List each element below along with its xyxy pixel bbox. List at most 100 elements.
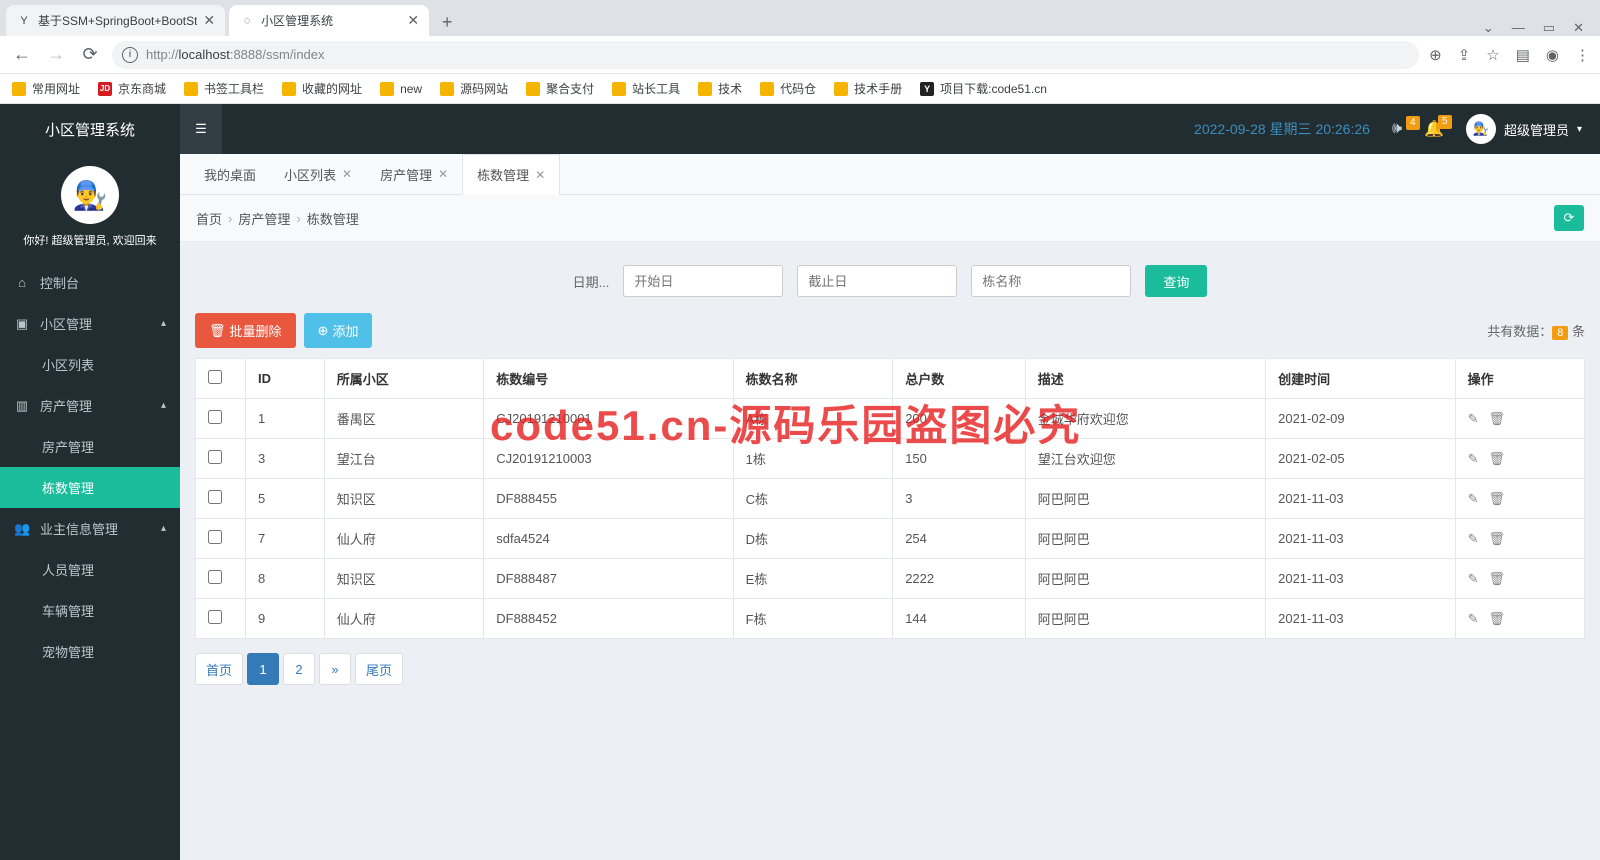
forward-icon[interactable]: →	[44, 44, 68, 65]
bookmark-item[interactable]: 站长工具	[612, 80, 680, 97]
page-first[interactable]: 首页	[195, 653, 243, 685]
col-id: ID	[246, 359, 325, 399]
page-tab[interactable]: 房产管理✕	[366, 154, 462, 194]
bookmark-item[interactable]: Y项目下载:code51.cn	[920, 80, 1047, 97]
reading-list-icon[interactable]: ▤	[1516, 46, 1530, 64]
search-icon[interactable]: ⊕	[1429, 46, 1442, 64]
cell-code: CJ20191210001	[484, 399, 733, 439]
window-dropdown-icon[interactable]: ⌄	[1483, 20, 1494, 36]
edit-icon[interactable]: ✎	[1468, 411, 1479, 427]
more-icon[interactable]: ⋮	[1575, 46, 1590, 64]
menu-property[interactable]: ▥房产管理▴	[0, 385, 180, 426]
cell-id: 1	[246, 399, 325, 439]
submenu-community-list[interactable]: 小区列表	[0, 344, 180, 385]
page-last[interactable]: 尾页	[355, 653, 403, 685]
submenu-vehicle[interactable]: 车辆管理	[0, 590, 180, 631]
close-tab-icon[interactable]: ✕	[535, 168, 545, 182]
tab-title: 小区管理系统	[261, 12, 401, 29]
refresh-button[interactable]: ⟳	[1554, 205, 1584, 231]
page-next[interactable]: »	[319, 653, 351, 685]
close-tab-icon[interactable]: ✕	[407, 12, 419, 29]
close-tab-icon[interactable]: ✕	[438, 167, 448, 181]
submenu-property-mgmt[interactable]: 房产管理	[0, 426, 180, 467]
bookmark-item[interactable]: 书签工具栏	[184, 80, 264, 97]
plus-icon: ⊕	[318, 323, 329, 339]
cell-name: C栋	[733, 479, 893, 519]
minimize-icon[interactable]: —	[1512, 20, 1525, 36]
crumb-property[interactable]: 房产管理	[238, 209, 290, 228]
cell-households: 150	[893, 439, 1026, 479]
browser-tab[interactable]: ◌小区管理系统✕	[229, 5, 429, 36]
bookmark-icon	[380, 82, 394, 96]
window-controls: ⌄ — ▭ ✕	[1483, 20, 1594, 36]
site-info-icon[interactable]: i	[122, 47, 138, 63]
back-icon[interactable]: ←	[10, 44, 34, 65]
cell-name: A栋	[733, 399, 893, 439]
close-tab-icon[interactable]: ✕	[342, 167, 352, 181]
end-date-input[interactable]	[797, 265, 957, 297]
crumb-home[interactable]: 首页	[196, 209, 222, 228]
menu-owner[interactable]: 👥业主信息管理▴	[0, 508, 180, 549]
bookmark-label: 站长工具	[632, 80, 680, 97]
bookmark-item[interactable]: 技术手册	[834, 80, 902, 97]
edit-icon[interactable]: ✎	[1468, 611, 1479, 627]
row-checkbox[interactable]	[208, 530, 222, 544]
page-1[interactable]: 1	[247, 653, 279, 685]
page-tab[interactable]: 小区列表✕	[270, 154, 366, 194]
bookmark-item[interactable]: 聚合支付	[526, 80, 594, 97]
add-button[interactable]: ⊕添加	[304, 313, 373, 348]
edit-icon[interactable]: ✎	[1468, 491, 1479, 507]
delete-icon[interactable]: 🗑	[1489, 611, 1506, 627]
hamburger-icon[interactable]: ☰	[180, 104, 222, 154]
select-all-checkbox[interactable]	[208, 370, 222, 384]
delete-icon[interactable]: 🗑	[1489, 451, 1506, 467]
bookmark-item[interactable]: 源码网站	[440, 80, 508, 97]
reload-icon[interactable]: ⟳	[78, 44, 102, 65]
bookmark-item[interactable]: 技术	[698, 80, 742, 97]
row-checkbox[interactable]	[208, 570, 222, 584]
new-tab-button[interactable]: +	[433, 8, 461, 36]
bookmark-item[interactable]: 代码仓	[760, 80, 816, 97]
page-tab[interactable]: 我的桌面	[190, 154, 270, 194]
query-button[interactable]: 查询	[1145, 265, 1207, 297]
maximize-icon[interactable]: ▭	[1543, 20, 1555, 36]
page-2[interactable]: 2	[283, 653, 315, 685]
row-checkbox[interactable]	[208, 490, 222, 504]
batch-delete-button[interactable]: 🗑批量删除	[195, 313, 296, 348]
page-tab[interactable]: 栋数管理✕	[462, 154, 560, 195]
edit-icon[interactable]: ✎	[1468, 531, 1479, 547]
url-input[interactable]: i http://localhost:8888/ssm/index	[112, 41, 1419, 69]
close-tab-icon[interactable]: ✕	[203, 12, 215, 29]
delete-icon[interactable]: 🗑	[1489, 491, 1506, 507]
share-icon[interactable]: ⇪	[1458, 46, 1471, 64]
submenu-building-mgmt[interactable]: 栋数管理	[0, 467, 180, 508]
bell-icon[interactable]: 🔔5	[1424, 119, 1444, 139]
start-date-input[interactable]	[623, 265, 783, 297]
submenu-pet[interactable]: 宠物管理	[0, 631, 180, 672]
row-checkbox[interactable]	[208, 450, 222, 464]
profile-icon[interactable]: ◉	[1546, 46, 1559, 64]
name-input[interactable]	[971, 265, 1131, 297]
bookmark-item[interactable]: JD京东商城	[98, 80, 166, 97]
cell-desc: 金城华府欢迎您	[1025, 399, 1265, 439]
star-icon[interactable]: ☆	[1486, 46, 1499, 64]
close-window-icon[interactable]: ✕	[1573, 20, 1584, 36]
delete-icon[interactable]: 🗑	[1489, 411, 1506, 427]
bookmark-item[interactable]: 常用网址	[12, 80, 80, 97]
row-checkbox[interactable]	[208, 410, 222, 424]
browser-tab[interactable]: Y基于SSM+SpringBoot+BootSt✕	[6, 5, 225, 36]
submenu-person[interactable]: 人员管理	[0, 549, 180, 590]
delete-icon[interactable]: 🗑	[1489, 571, 1506, 587]
bookmark-item[interactable]: new	[380, 82, 422, 96]
cell-name: D栋	[733, 519, 893, 559]
user-menu[interactable]: 👨‍🔧 超级管理员 ▾	[1466, 114, 1582, 144]
menu-console[interactable]: ⌂控制台	[0, 262, 180, 303]
bookmark-item[interactable]: 收藏的网址	[282, 80, 362, 97]
menu-community[interactable]: ▣小区管理▴	[0, 303, 180, 344]
delete-icon[interactable]: 🗑	[1489, 531, 1506, 547]
address-bar: ← → ⟳ i http://localhost:8888/ssm/index …	[0, 36, 1600, 74]
edit-icon[interactable]: ✎	[1468, 571, 1479, 587]
edit-icon[interactable]: ✎	[1468, 451, 1479, 467]
row-checkbox[interactable]	[208, 610, 222, 624]
sound-icon[interactable]: 🕪4	[1392, 120, 1402, 138]
